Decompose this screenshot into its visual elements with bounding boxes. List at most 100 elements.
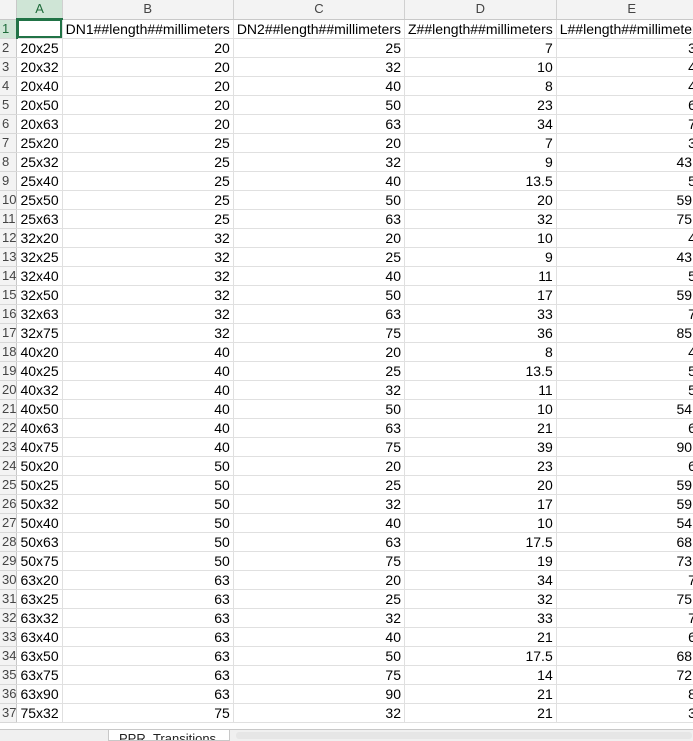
row-header[interactable]: 26 (0, 494, 18, 514)
cell[interactable]: 50x75 (16, 551, 63, 571)
cell[interactable]: 63x40 (16, 627, 63, 647)
cell[interactable]: 79 (556, 608, 693, 628)
cell[interactable]: 25x40 (16, 171, 63, 191)
cell[interactable]: 63x75 (16, 665, 63, 685)
cell[interactable]: 50 (556, 380, 693, 400)
cell[interactable]: 75 (233, 551, 406, 571)
cell[interactable]: 8 (404, 76, 557, 96)
cell[interactable]: 63x20 (16, 570, 63, 590)
cell[interactable]: 50 (233, 190, 406, 210)
cell[interactable]: 32 (404, 589, 557, 609)
cell[interactable]: 43.5 (556, 247, 693, 267)
row-header[interactable]: 34 (0, 646, 18, 666)
cell[interactable]: 20x50 (16, 95, 63, 115)
cell[interactable]: 40x25 (16, 361, 63, 381)
cell[interactable]: 90.8 (556, 437, 693, 457)
row-header[interactable]: 16 (0, 304, 18, 324)
cell[interactable]: 85.6 (556, 323, 693, 343)
cell[interactable]: 25 (233, 475, 406, 495)
cell[interactable]: 50 (556, 361, 693, 381)
cell[interactable]: 21 (404, 627, 557, 647)
cell[interactable]: 20 (233, 228, 406, 248)
cell[interactable]: 61 (556, 456, 693, 476)
cell[interactable]: 75 (233, 323, 406, 343)
cell[interactable]: 25 (233, 247, 406, 267)
cell[interactable]: 25 (62, 133, 234, 153)
cell[interactable]: 50 (62, 456, 234, 476)
row-header[interactable]: 5 (0, 95, 18, 115)
cell[interactable]: 50x20 (16, 456, 63, 476)
column-header-e[interactable]: E (556, 0, 693, 20)
row-header[interactable]: 21 (0, 399, 18, 419)
cell[interactable]: 25 (62, 190, 234, 210)
row-header[interactable]: 19 (0, 361, 18, 381)
cell[interactable]: 32 (62, 247, 234, 267)
row-header[interactable]: 14 (0, 266, 18, 286)
cell[interactable]: 20 (62, 38, 234, 58)
cell[interactable]: 20x63 (16, 114, 63, 134)
cell[interactable]: 34 (404, 114, 557, 134)
cell[interactable]: Z##length##millimeters (404, 19, 557, 39)
cell[interactable] (16, 19, 63, 39)
row-header[interactable]: 23 (0, 437, 18, 457)
sheet-tab[interactable]: PPR_Transitions (108, 730, 230, 741)
cell[interactable]: 17.5 (404, 532, 557, 552)
row-header[interactable]: 30 (0, 570, 18, 590)
cell[interactable]: 32 (62, 266, 234, 286)
cell[interactable]: 10 (404, 228, 557, 248)
row-header[interactable]: 25 (0, 475, 18, 495)
cell[interactable]: 63 (62, 646, 234, 666)
cell[interactable]: 75 (233, 665, 406, 685)
cell[interactable]: 25 (62, 152, 234, 172)
cell[interactable]: 32 (62, 228, 234, 248)
cell[interactable]: 23 (404, 95, 557, 115)
cell[interactable]: 68.5 (556, 646, 693, 666)
row-header[interactable]: 1 (0, 19, 18, 39)
cell[interactable]: 20 (233, 456, 406, 476)
row-header[interactable]: 11 (0, 209, 18, 229)
cell[interactable]: 50 (556, 171, 693, 191)
cell[interactable]: DN2##length##millimeters (233, 19, 406, 39)
cell[interactable]: 59.5 (556, 475, 693, 495)
cell[interactable]: 63 (62, 608, 234, 628)
cell[interactable]: 75.7 (556, 589, 693, 609)
cell[interactable]: 36 (556, 703, 693, 723)
cell[interactable]: 40 (233, 76, 406, 96)
cell[interactable]: 40 (233, 171, 406, 191)
row-header[interactable]: 24 (0, 456, 18, 476)
cell[interactable]: 72.5 (556, 665, 693, 685)
cell[interactable]: 68.5 (556, 532, 693, 552)
cell[interactable]: 32x75 (16, 323, 63, 343)
row-header[interactable]: 31 (0, 589, 18, 609)
row-header[interactable]: 9 (0, 171, 18, 191)
cell[interactable]: 43 (556, 228, 693, 248)
cell[interactable]: 75 (233, 437, 406, 457)
row-header[interactable]: 6 (0, 114, 18, 134)
column-header-c[interactable]: C (233, 0, 406, 20)
cell[interactable]: 32x20 (16, 228, 63, 248)
cell[interactable]: 7 (404, 133, 557, 153)
cell[interactable]: 11 (404, 380, 557, 400)
cell[interactable]: 21 (404, 418, 557, 438)
cell[interactable]: 32x50 (16, 285, 63, 305)
select-all-corner[interactable] (0, 0, 18, 20)
row-header[interactable]: 8 (0, 152, 18, 172)
cell[interactable]: 25 (233, 38, 406, 58)
cell[interactable]: 21 (404, 703, 557, 723)
cell[interactable]: 63 (62, 627, 234, 647)
cell[interactable]: 50 (233, 285, 406, 305)
cell[interactable]: 40x75 (16, 437, 63, 457)
cell[interactable]: 10 (404, 513, 557, 533)
cell[interactable]: 33 (404, 304, 557, 324)
cell[interactable]: 25x63 (16, 209, 63, 229)
cell[interactable]: 90 (233, 684, 406, 704)
cell[interactable]: 59.1 (556, 285, 693, 305)
cell[interactable]: 13.5 (404, 171, 557, 191)
cell[interactable]: 54.6 (556, 399, 693, 419)
cell[interactable]: 63 (233, 532, 406, 552)
cell[interactable]: 20 (62, 76, 234, 96)
horizontal-scrollbar[interactable] (236, 732, 692, 739)
cell[interactable]: 50 (233, 399, 406, 419)
cell[interactable]: 33 (404, 608, 557, 628)
cell[interactable]: 63 (62, 589, 234, 609)
